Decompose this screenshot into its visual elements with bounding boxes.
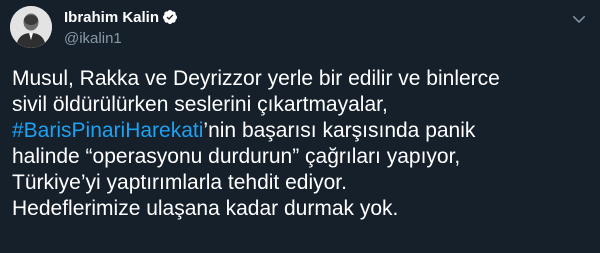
tweet-line: Türkiye’yi yaptırımlarla tehdit ediyor. — [12, 171, 347, 194]
chevron-down-icon[interactable] — [570, 10, 588, 28]
verified-badge-icon — [163, 10, 178, 24]
user-handle[interactable]: @ikalin1 — [64, 30, 122, 47]
tweet-line-rest: ’nin başarısı karşısında panik — [203, 119, 476, 142]
portrait-icon — [10, 6, 52, 48]
tweet-card: Ibrahim Kalin @ikalin1 Musul, Rakka ve D… — [0, 0, 600, 253]
hashtag-link[interactable]: #BarisPinariHarekati — [12, 119, 203, 142]
tweet-line: Hedeflerimize ulaşana kadar durmak yok. — [12, 197, 399, 220]
avatar[interactable] — [10, 6, 52, 48]
tweet-line: Musul, Rakka ve Deyrizzor yerle bir edil… — [12, 67, 500, 90]
tweet-text: Musul, Rakka ve Deyrizzor yerle bir edil… — [12, 66, 592, 222]
tweet-line: sivil öldürülürken seslerini çıkartmayal… — [12, 93, 388, 116]
tweet-line: halinde “operasyonu durdurun” çağrıları … — [12, 145, 461, 168]
display-name[interactable]: Ibrahim Kalin — [64, 9, 159, 26]
tweet-line: #BarisPinariHarekati’nin başarısı karşıs… — [12, 118, 592, 144]
user-header: Ibrahim Kalin — [64, 9, 178, 26]
